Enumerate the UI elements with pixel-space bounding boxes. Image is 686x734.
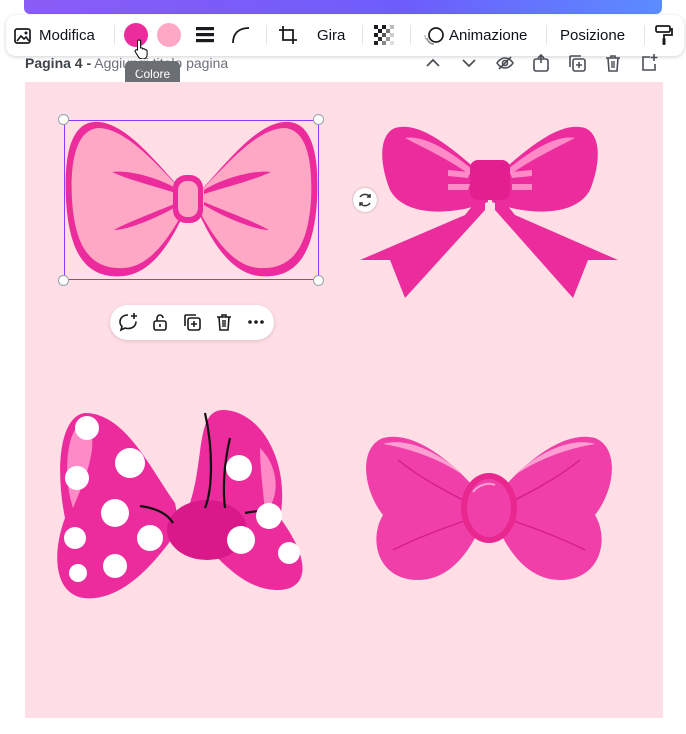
selection-box: [64, 120, 319, 280]
duplicate-icon[interactable]: [182, 312, 202, 332]
resize-handle-bottom-left[interactable]: [58, 275, 69, 286]
element-context-bar: [110, 305, 274, 340]
bow-glossy-pink[interactable]: [363, 430, 615, 585]
edit-button[interactable]: Modifica: [13, 15, 95, 56]
comment-icon[interactable]: [118, 312, 138, 332]
resize-handle-top-right[interactable]: [313, 114, 324, 125]
divider: [266, 25, 267, 45]
page-header: Pagina 4 - Aggiungi titolo pagina: [25, 55, 228, 71]
page-title-input[interactable]: Aggiungi titolo pagina: [94, 55, 228, 71]
more-icon[interactable]: [246, 312, 266, 332]
corner-radius-icon[interactable]: [231, 26, 251, 44]
animation-button[interactable]: Animazione: [423, 15, 527, 56]
page-label: Pagina 4 -: [25, 55, 92, 71]
crop-icon[interactable]: [278, 25, 298, 45]
divider: [410, 25, 411, 45]
color-swatch-secondary[interactable]: [157, 23, 181, 47]
flip-label: Gira: [317, 27, 346, 44]
position-button[interactable]: Posizione: [560, 15, 625, 56]
position-label: Posizione: [560, 27, 626, 44]
image-edit-icon: [14, 27, 31, 44]
lock-page-icon[interactable]: [531, 53, 551, 73]
editor-toolbar: Modifica Gira Animazione Posizione: [6, 15, 684, 59]
line-weight-icon[interactable]: [195, 26, 215, 44]
rotate-icon: [359, 193, 371, 207]
chevron-down-icon[interactable]: [459, 53, 479, 73]
lock-icon[interactable]: [150, 312, 170, 332]
add-page-icon[interactable]: [639, 53, 659, 73]
top-accent-bar: [24, 0, 662, 14]
flip-button[interactable]: Gira: [317, 15, 345, 56]
edit-label: Modifica: [39, 27, 95, 44]
duplicate-page-icon[interactable]: [567, 53, 587, 73]
resize-handle-top-left[interactable]: [58, 114, 69, 125]
chevron-up-icon[interactable]: [423, 53, 443, 73]
divider: [546, 25, 547, 45]
rotate-button[interactable]: [353, 188, 377, 212]
trash-icon[interactable]: [603, 53, 623, 73]
eye-off-icon[interactable]: [495, 53, 515, 73]
transparency-icon[interactable]: [374, 25, 394, 45]
divider: [362, 25, 363, 45]
animation-label: Animazione: [449, 27, 528, 44]
animation-icon: [424, 26, 444, 45]
bow-polka-dot[interactable]: [55, 408, 310, 603]
bow-hot-pink-ribbon[interactable]: [360, 120, 620, 300]
resize-handle-bottom-right[interactable]: [313, 275, 324, 286]
paint-roller-icon[interactable]: [654, 24, 674, 46]
divider: [114, 25, 115, 45]
trash-icon[interactable]: [214, 312, 234, 332]
divider: [644, 25, 645, 45]
